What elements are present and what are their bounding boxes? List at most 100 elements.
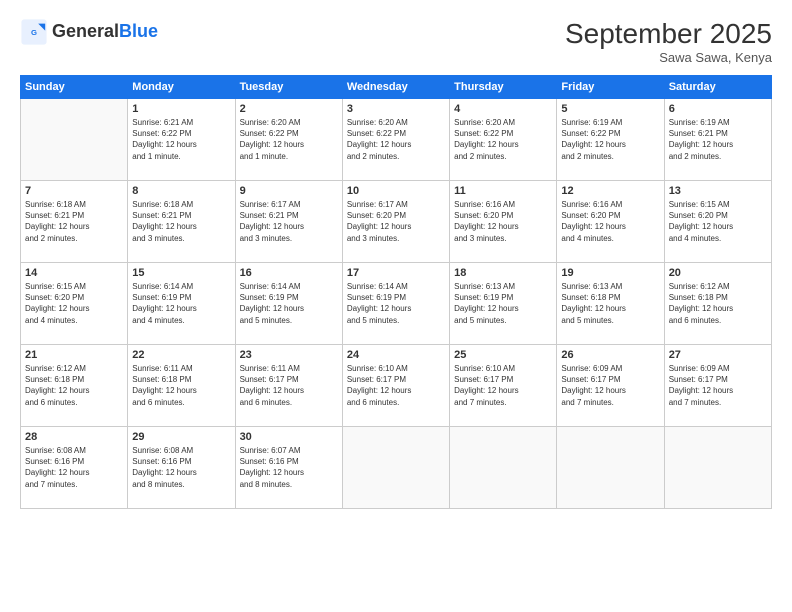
calendar-cell (21, 99, 128, 181)
day-info: Sunrise: 6:16 AM Sunset: 6:20 PM Dayligh… (561, 199, 659, 244)
day-of-week-header: Sunday (21, 76, 128, 99)
calendar-cell: 30Sunrise: 6:07 AM Sunset: 6:16 PM Dayli… (235, 427, 342, 509)
day-number: 1 (132, 103, 230, 115)
day-info: Sunrise: 6:08 AM Sunset: 6:16 PM Dayligh… (25, 445, 123, 490)
calendar-header-row: SundayMondayTuesdayWednesdayThursdayFrid… (21, 76, 772, 99)
day-number: 7 (25, 185, 123, 197)
calendar-cell: 29 Sunrise: 6:08 AM Sunset: 6:16 PM Dayli… (128, 427, 235, 509)
calendar-cell: 13 Sunrise: 6:15 AM Sunset: 6:20 PM Dayli… (664, 181, 771, 263)
day-info: Sunrise: 6:12 AM Sunset: 6:18 PM Dayligh… (25, 363, 123, 408)
day-info: Sunrise: 6:20 AM Sunset: 6:22 PM Dayligh… (454, 117, 552, 162)
calendar-cell: 4 Sunrise: 6:20 AM Sunset: 6:22 PM Daylig… (450, 99, 557, 181)
day-number: 14 (25, 267, 123, 279)
calendar-cell: 20 Sunrise: 6:12 AM Sunset: 6:18 PM Dayli… (664, 263, 771, 345)
calendar-cell: 8 Sunrise: 6:18 AM Sunset: 6:21 PM Daylig… (128, 181, 235, 263)
day-number: 17 (347, 267, 445, 279)
logo-text: GeneralBlue (52, 22, 158, 42)
day-info: Sunrise: 6:18 AM Sunset: 6:21 PM Dayligh… (132, 199, 230, 244)
calendar-cell: 2 Sunrise: 6:20 AM Sunset: 6:22 PM Daylig… (235, 99, 342, 181)
calendar-cell: 15 Sunrise: 6:14 AM Sunset: 6:19 PM Dayli… (128, 263, 235, 345)
day-info: Sunrise: 6:08 AM Sunset: 6:16 PM Dayligh… (132, 445, 230, 490)
calendar-table: SundayMondayTuesdayWednesdayThursdayFrid… (20, 75, 772, 509)
calendar-cell: 25 Sunrise: 6:10 AM Sunset: 6:17 PM Dayli… (450, 345, 557, 427)
day-of-week-header: Wednesday (342, 76, 449, 99)
day-number: 11 (454, 185, 552, 197)
day-number: 10 (347, 185, 445, 197)
day-number: 2 (240, 103, 338, 115)
calendar-cell: 26 Sunrise: 6:09 AM Sunset: 6:17 PM Dayli… (557, 345, 664, 427)
title-block: September 2025 Sawa Sawa, Kenya (565, 18, 772, 65)
day-info: Sunrise: 6:12 AM Sunset: 6:18 PM Dayligh… (669, 281, 767, 326)
calendar-cell: 21 Sunrise: 6:12 AM Sunset: 6:18 PM Dayli… (21, 345, 128, 427)
calendar-week-row: 21 Sunrise: 6:12 AM Sunset: 6:18 PM Dayli… (21, 345, 772, 427)
day-number: 27 (669, 349, 767, 361)
day-number: 18 (454, 267, 552, 279)
day-info: Sunrise: 6:21 AM Sunset: 6:22 PM Dayligh… (132, 117, 230, 162)
calendar-cell: 6 Sunrise: 6:19 AM Sunset: 6:21 PM Daylig… (664, 99, 771, 181)
calendar-cell: 24 Sunrise: 6:10 AM Sunset: 6:17 PM Dayli… (342, 345, 449, 427)
day-info: Sunrise: 6:18 AM Sunset: 6:21 PM Dayligh… (25, 199, 123, 244)
calendar-week-row: 28Sunrise: 6:08 AM Sunset: 6:16 PM Dayli… (21, 427, 772, 509)
logo-icon: G (20, 18, 48, 46)
day-number: 5 (561, 103, 659, 115)
day-info: Sunrise: 6:14 AM Sunset: 6:19 PM Dayligh… (240, 281, 338, 326)
day-info: Sunrise: 6:10 AM Sunset: 6:17 PM Dayligh… (347, 363, 445, 408)
calendar-cell (342, 427, 449, 509)
day-number: 25 (454, 349, 552, 361)
calendar-cell: 28Sunrise: 6:08 AM Sunset: 6:16 PM Dayli… (21, 427, 128, 509)
day-number: 8 (132, 185, 230, 197)
calendar-cell: 19 Sunrise: 6:13 AM Sunset: 6:18 PM Dayli… (557, 263, 664, 345)
calendar-cell (664, 427, 771, 509)
calendar-cell (450, 427, 557, 509)
day-number: 20 (669, 267, 767, 279)
calendar-cell: 9 Sunrise: 6:17 AM Sunset: 6:21 PM Daylig… (235, 181, 342, 263)
day-of-week-header: Thursday (450, 76, 557, 99)
day-info: Sunrise: 6:13 AM Sunset: 6:18 PM Dayligh… (561, 281, 659, 326)
day-info: Sunrise: 6:19 AM Sunset: 6:21 PM Dayligh… (669, 117, 767, 162)
day-info: Sunrise: 6:14 AM Sunset: 6:19 PM Dayligh… (347, 281, 445, 326)
day-info: Sunrise: 6:11 AM Sunset: 6:17 PM Dayligh… (240, 363, 338, 408)
day-number: 16 (240, 267, 338, 279)
calendar-week-row: 7 Sunrise: 6:18 AM Sunset: 6:21 PM Daylig… (21, 181, 772, 263)
day-number: 21 (25, 349, 123, 361)
day-info: Sunrise: 6:14 AM Sunset: 6:19 PM Dayligh… (132, 281, 230, 326)
day-info: Sunrise: 6:15 AM Sunset: 6:20 PM Dayligh… (669, 199, 767, 244)
day-info: Sunrise: 6:16 AM Sunset: 6:20 PM Dayligh… (454, 199, 552, 244)
day-number: 3 (347, 103, 445, 115)
day-info: Sunrise: 6:11 AM Sunset: 6:18 PM Dayligh… (132, 363, 230, 408)
calendar-cell: 22Sunrise: 6:11 AM Sunset: 6:18 PM Dayli… (128, 345, 235, 427)
day-info: Sunrise: 6:17 AM Sunset: 6:20 PM Dayligh… (347, 199, 445, 244)
day-info: Sunrise: 6:20 AM Sunset: 6:22 PM Dayligh… (347, 117, 445, 162)
day-number: 29 (132, 431, 230, 443)
day-info: Sunrise: 6:10 AM Sunset: 6:17 PM Dayligh… (454, 363, 552, 408)
calendar-cell: 11 Sunrise: 6:16 AM Sunset: 6:20 PM Dayli… (450, 181, 557, 263)
day-number: 4 (454, 103, 552, 115)
day-info: Sunrise: 6:20 AM Sunset: 6:22 PM Dayligh… (240, 117, 338, 162)
calendar-cell: 14Sunrise: 6:15 AM Sunset: 6:20 PM Dayli… (21, 263, 128, 345)
day-info: Sunrise: 6:13 AM Sunset: 6:19 PM Dayligh… (454, 281, 552, 326)
calendar-cell: 18 Sunrise: 6:13 AM Sunset: 6:19 PM Dayli… (450, 263, 557, 345)
day-info: Sunrise: 6:09 AM Sunset: 6:17 PM Dayligh… (669, 363, 767, 408)
day-number: 12 (561, 185, 659, 197)
day-number: 15 (132, 267, 230, 279)
page-header: G GeneralBlue September 2025 Sawa Sawa, … (20, 18, 772, 65)
location-subtitle: Sawa Sawa, Kenya (565, 50, 772, 65)
day-of-week-header: Saturday (664, 76, 771, 99)
day-number: 30 (240, 431, 338, 443)
day-info: Sunrise: 6:09 AM Sunset: 6:17 PM Dayligh… (561, 363, 659, 408)
calendar-cell: 7 Sunrise: 6:18 AM Sunset: 6:21 PM Daylig… (21, 181, 128, 263)
day-number: 13 (669, 185, 767, 197)
calendar-week-row: 14Sunrise: 6:15 AM Sunset: 6:20 PM Dayli… (21, 263, 772, 345)
calendar-cell: 3 Sunrise: 6:20 AM Sunset: 6:22 PM Daylig… (342, 99, 449, 181)
day-number: 6 (669, 103, 767, 115)
day-of-week-header: Monday (128, 76, 235, 99)
calendar-week-row: 1 Sunrise: 6:21 AM Sunset: 6:22 PM Daylig… (21, 99, 772, 181)
day-number: 24 (347, 349, 445, 361)
day-number: 9 (240, 185, 338, 197)
day-info: Sunrise: 6:17 AM Sunset: 6:21 PM Dayligh… (240, 199, 338, 244)
calendar-cell (557, 427, 664, 509)
day-number: 26 (561, 349, 659, 361)
calendar-cell: 27 Sunrise: 6:09 AM Sunset: 6:17 PM Dayli… (664, 345, 771, 427)
calendar-cell: 16 Sunrise: 6:14 AM Sunset: 6:19 PM Dayli… (235, 263, 342, 345)
day-number: 19 (561, 267, 659, 279)
